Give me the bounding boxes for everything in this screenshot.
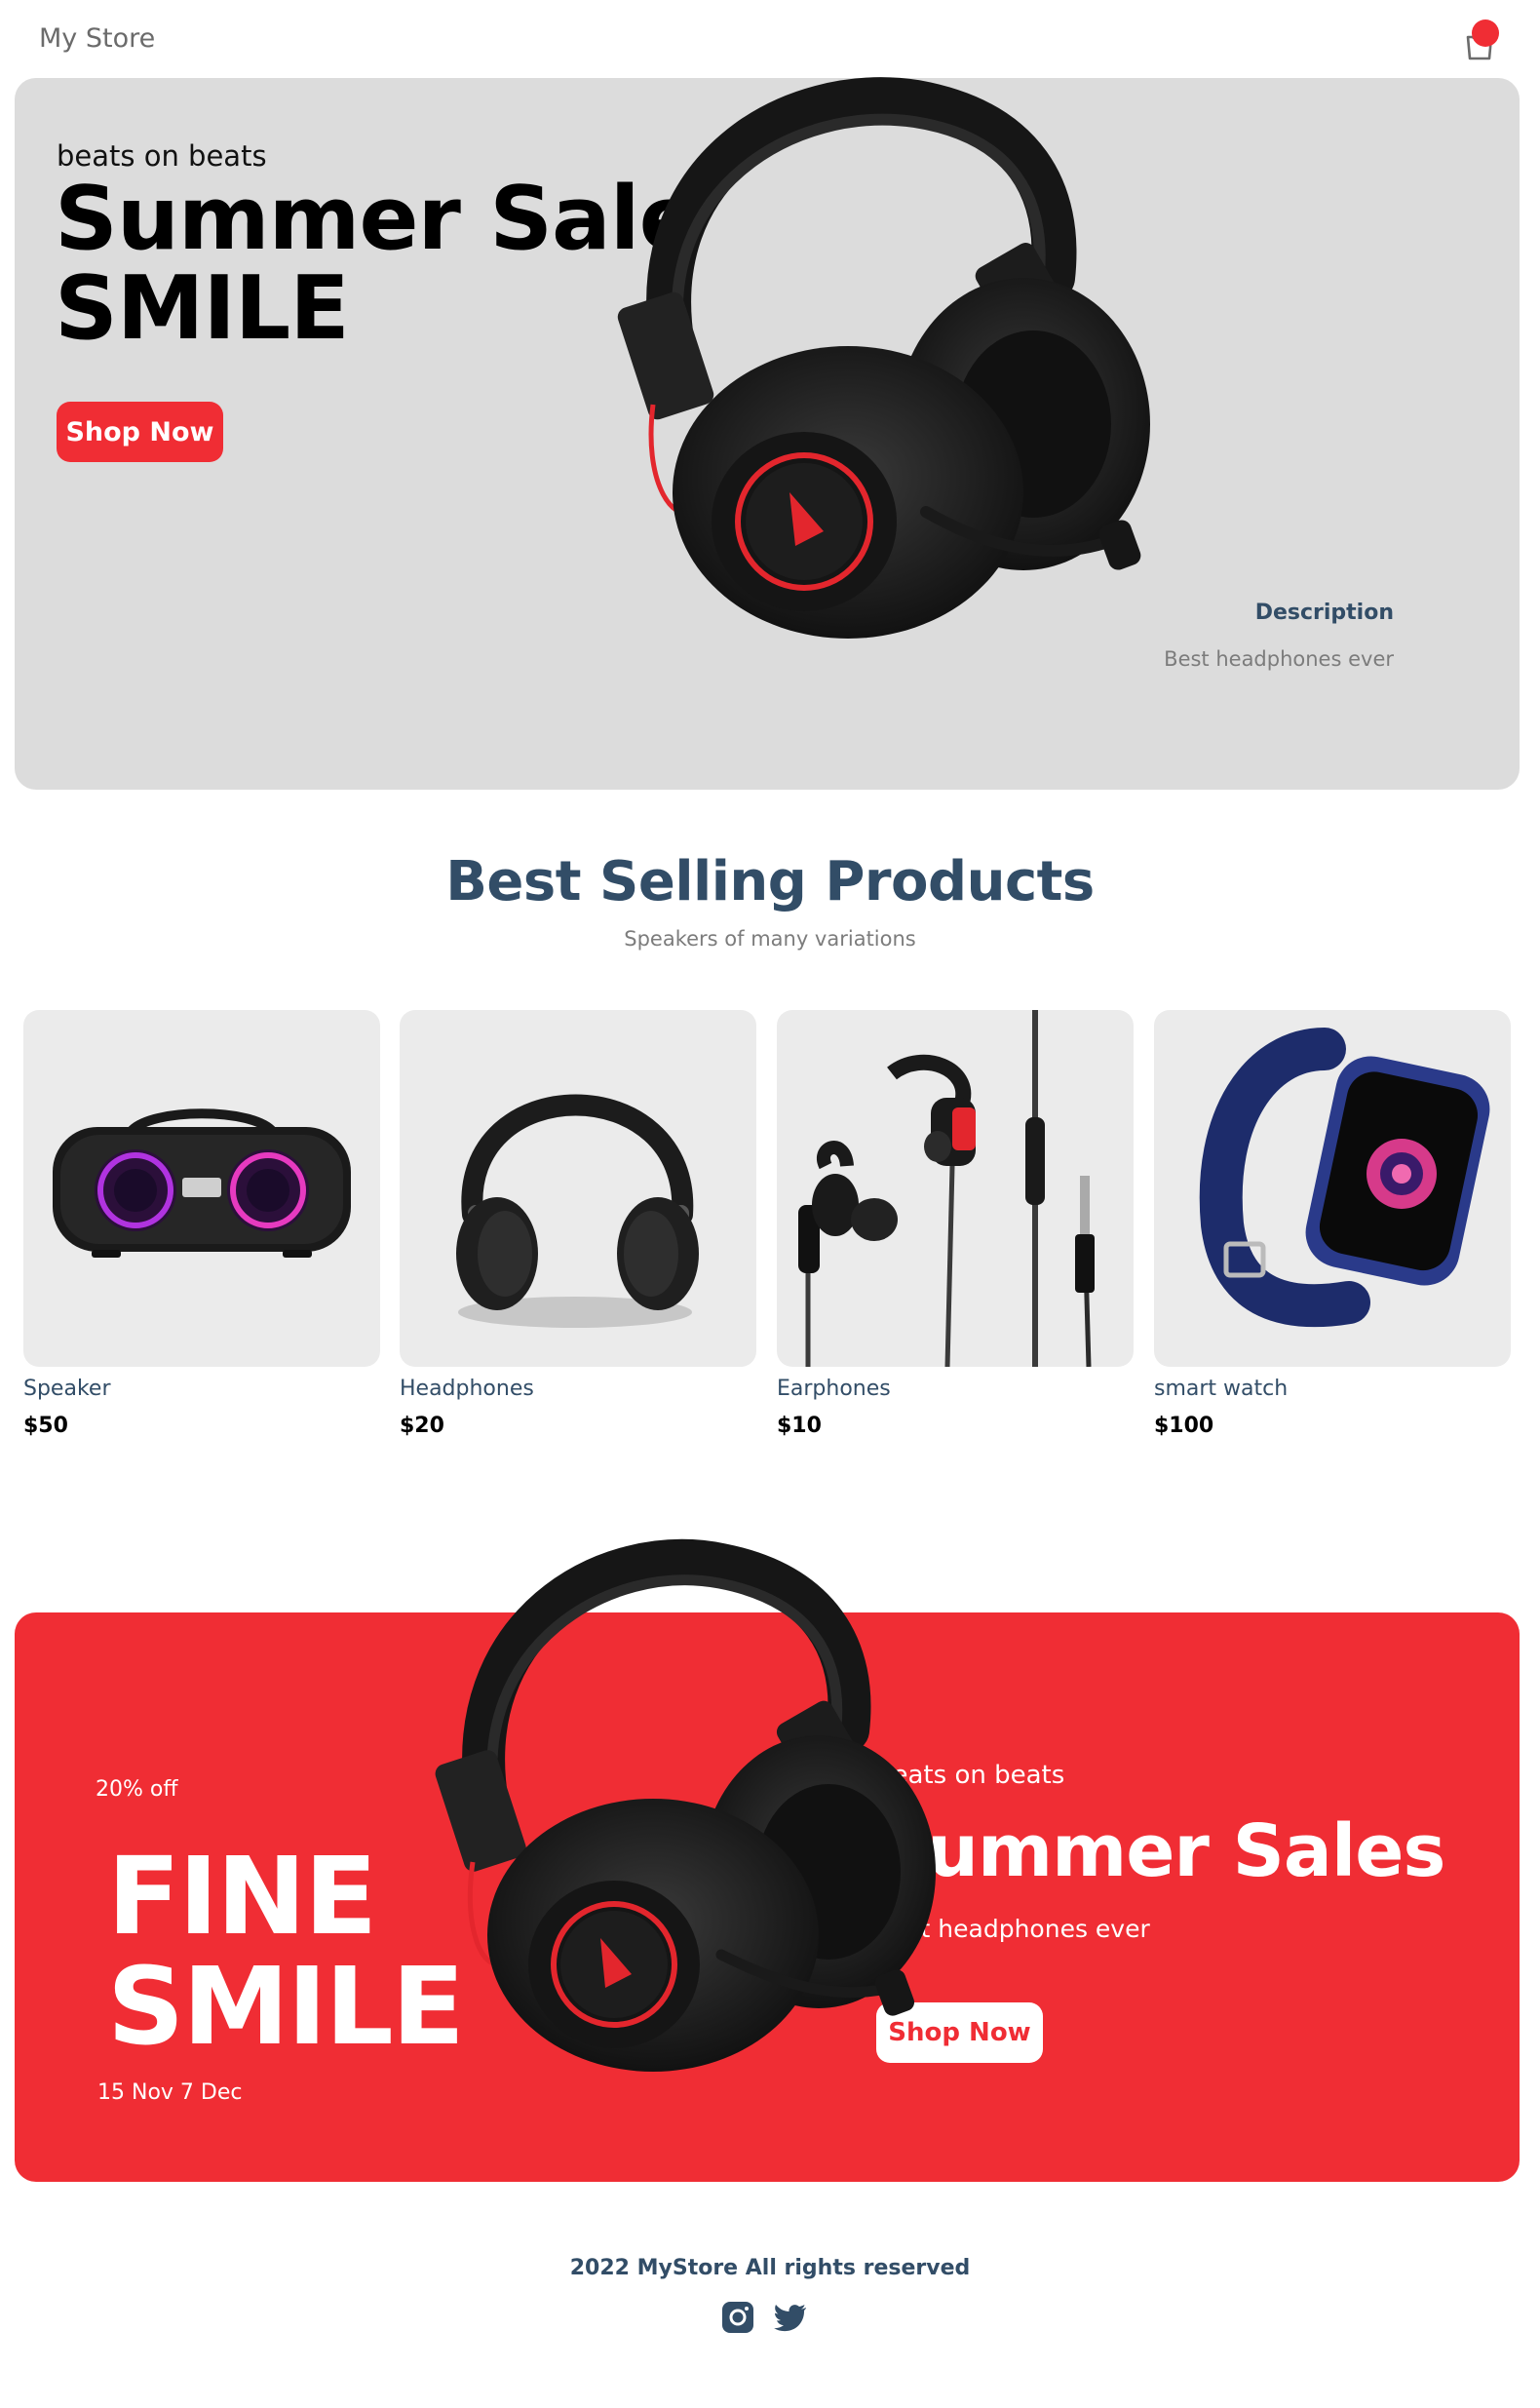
product-price: $50 [23, 1414, 68, 1438]
hero-large-text: SMILE [55, 257, 350, 360]
product-card-speaker[interactable]: Speaker $50 [23, 1010, 380, 1439]
social-icons [719, 2299, 817, 2338]
hero-mid-text: Summer Sale [55, 168, 699, 270]
hero-headphones-image [617, 77, 1150, 639]
cart-badge [1472, 19, 1499, 47]
store-logo[interactable]: My Store [39, 23, 155, 54]
hero-description-title: Description [1254, 601, 1394, 625]
product-name: smart watch [1154, 1377, 1289, 1401]
hero-description-text: Best headphones ever [1164, 647, 1394, 671]
instagram-icon[interactable] [719, 2299, 756, 2336]
twitter-icon[interactable] [772, 2299, 809, 2336]
products-heading: Best Selling Products [445, 850, 1095, 913]
hero-shop-now-button[interactable]: Shop Now [57, 402, 223, 462]
product-price: $10 [777, 1414, 822, 1438]
product-name: Headphones [400, 1377, 534, 1401]
product-card-smart-watch[interactable]: smart watch $100 [1154, 1010, 1511, 1439]
product-card-earphones[interactable]: Earphones $10 [777, 1010, 1134, 1439]
footer-copyright: 2022 MyStore All rights reserved [569, 2256, 971, 2280]
headphones-image [456, 1094, 699, 1328]
products-subheading: Speakers of many variations [624, 927, 916, 951]
product-name: Earphones [777, 1377, 891, 1401]
footer-banner-discount: 20% off [96, 1777, 178, 1802]
footer-banner-large-text-2: SMILE [107, 1944, 465, 2069]
product-price: $20 [400, 1414, 444, 1438]
smart-watch-image [1199, 1028, 1490, 1328]
product-image[interactable] [23, 1010, 380, 1367]
product-image[interactable] [777, 1010, 1134, 1367]
earphones-image [798, 1010, 1095, 1367]
product-name: Speaker [23, 1377, 111, 1401]
product-image[interactable] [400, 1010, 756, 1367]
product-price: $100 [1154, 1414, 1214, 1438]
footer-banner-large-text-1: FINE [107, 1834, 377, 1959]
footer-banner-sale-time: 15 Nov 7 Dec [97, 2080, 243, 2105]
speaker-image [53, 1108, 351, 1258]
product-card-headphones[interactable]: Headphones $20 [400, 1010, 756, 1439]
product-image[interactable] [1154, 1010, 1511, 1367]
footer-banner-headphones-image [435, 1539, 936, 2072]
